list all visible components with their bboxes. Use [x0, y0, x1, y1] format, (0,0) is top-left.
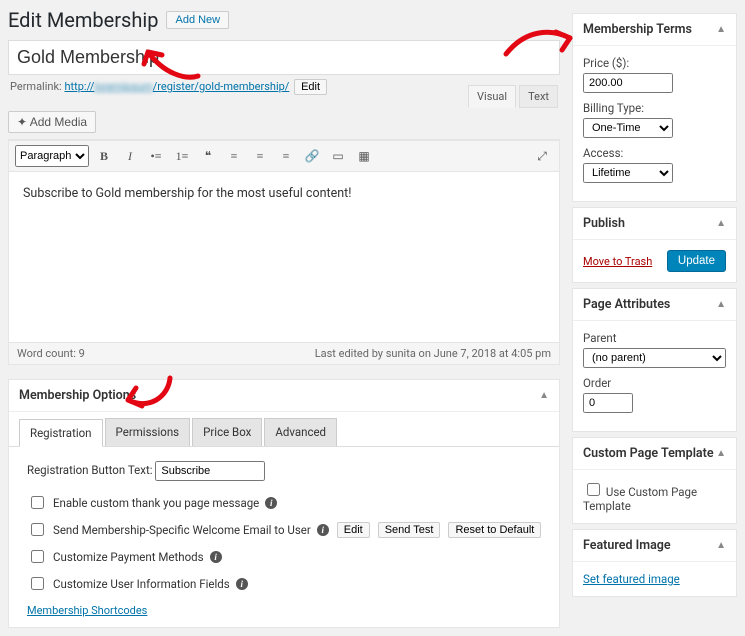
bold-icon[interactable]: B [93, 145, 115, 167]
custom-template-title: Custom Page Template [583, 446, 714, 461]
fullscreen-icon[interactable]: ⤢ [531, 145, 553, 167]
membership-terms-box: Membership Terms ▲ Price ($): Billing Ty… [572, 13, 737, 202]
update-button[interactable]: Update [667, 250, 726, 272]
row-thankyou[interactable]: Enable custom thank you page message i [27, 489, 545, 516]
row-payment[interactable]: Customize Payment Methods i [27, 543, 545, 570]
row-userinfo[interactable]: Customize User Information Fields i [27, 570, 545, 597]
row-welcome[interactable]: Send Membership-Specific Welcome Email t… [27, 516, 545, 543]
welcome-edit-button[interactable]: Edit [337, 522, 370, 538]
info-icon[interactable]: i [265, 497, 277, 509]
publish-title: Publish [583, 216, 625, 231]
welcome-sendtest-button[interactable]: Send Test [378, 522, 441, 538]
chevron-up-icon: ▲ [539, 390, 549, 401]
tab-visual[interactable]: Visual [468, 85, 516, 108]
membership-options-header[interactable]: Membership Options ▲ [9, 380, 559, 412]
more-icon[interactable]: ▭ [327, 145, 349, 167]
add-new-button[interactable]: Add New [166, 11, 229, 29]
align-left-icon[interactable]: ≡ [223, 145, 245, 167]
access-label: Access: [583, 146, 726, 160]
editor-content[interactable]: Subscribe to Gold membership for the mos… [9, 172, 559, 342]
row-custom-template[interactable]: Use Custom Page Template [583, 485, 697, 513]
page-attributes-box: Page Attributes ▲ Parent (no parent) Ord… [572, 288, 737, 432]
tab-registration[interactable]: Registration [19, 419, 103, 447]
permalink-label: Permalink: [10, 80, 62, 93]
editor-toolbar: Paragraph B I •≡ 1≡ ❝ ≡ ≡ ≡ 🔗 ▭ ▦ ⤢ [9, 140, 559, 172]
cb-thankyou[interactable] [31, 496, 44, 509]
custom-template-box: Custom Page Template ▲ Use Custom Page T… [572, 437, 737, 524]
order-input[interactable] [583, 393, 633, 413]
permalink-edit-button[interactable]: Edit [294, 79, 327, 95]
italic-icon[interactable]: I [119, 145, 141, 167]
format-select[interactable]: Paragraph [15, 145, 89, 167]
align-right-icon[interactable]: ≡ [275, 145, 297, 167]
billing-label: Billing Type: [583, 101, 726, 115]
chevron-up-icon: ▲ [716, 24, 726, 35]
toolbar-toggle-icon[interactable]: ▦ [353, 145, 375, 167]
editor-box: Paragraph B I •≡ 1≡ ❝ ≡ ≡ ≡ 🔗 ▭ ▦ ⤢ Subs… [8, 139, 560, 365]
chevron-up-icon: ▲ [716, 218, 726, 229]
publish-box: Publish ▲ Move to Trash Update [572, 207, 737, 283]
reg-button-text-label: Registration Button Text: [27, 463, 153, 477]
price-label: Price ($): [583, 56, 726, 70]
welcome-reset-button[interactable]: Reset to Default [448, 522, 541, 538]
page-attributes-title: Page Attributes [583, 297, 670, 312]
word-count: Word count: 9 [17, 347, 85, 360]
align-center-icon[interactable]: ≡ [249, 145, 271, 167]
cb-userinfo[interactable] [31, 577, 44, 590]
access-select[interactable]: Lifetime [583, 163, 673, 183]
tab-price-box[interactable]: Price Box [192, 418, 262, 446]
heading-text: Edit Membership [8, 8, 158, 32]
featured-image-box: Featured Image ▲ Set featured image [572, 529, 737, 597]
membership-shortcodes-link[interactable]: Membership Shortcodes [27, 604, 147, 617]
cb-custom-template[interactable] [587, 483, 600, 496]
order-label: Order [583, 376, 726, 390]
info-icon[interactable]: i [317, 524, 329, 536]
number-list-icon[interactable]: 1≡ [171, 145, 193, 167]
membership-terms-title: Membership Terms [583, 22, 692, 37]
page-attributes-header[interactable]: Page Attributes ▲ [573, 289, 736, 321]
parent-select[interactable]: (no parent) [583, 348, 726, 368]
tab-advanced[interactable]: Advanced [264, 418, 337, 446]
chevron-up-icon: ▲ [716, 540, 726, 551]
bullet-list-icon[interactable]: •≡ [145, 145, 167, 167]
set-featured-image-link[interactable]: Set featured image [583, 572, 680, 586]
reg-button-text-input[interactable] [155, 461, 265, 481]
move-to-trash-link[interactable]: Move to Trash [583, 255, 652, 268]
tab-permissions[interactable]: Permissions [105, 418, 191, 446]
quote-icon[interactable]: ❝ [197, 145, 219, 167]
last-edited: Last edited by sunita on June 7, 2018 at… [315, 347, 551, 360]
add-media-label: Add Media [30, 115, 87, 129]
link-icon[interactable]: 🔗 [301, 145, 323, 167]
parent-label: Parent [583, 331, 726, 345]
billing-select[interactable]: One-Time [583, 118, 673, 138]
membership-options-box: Membership Options ▲ Registration Permis… [8, 379, 560, 628]
price-input[interactable] [583, 73, 673, 93]
membership-options-title: Membership Options [19, 388, 136, 403]
chevron-up-icon: ▲ [716, 448, 726, 459]
title-input[interactable] [8, 40, 560, 75]
info-icon[interactable]: i [210, 551, 222, 563]
info-icon[interactable]: i [236, 578, 248, 590]
permalink-link[interactable]: http://loremipsum/register/gold-membersh… [64, 80, 289, 93]
featured-image-header[interactable]: Featured Image ▲ [573, 530, 736, 562]
chevron-up-icon: ▲ [716, 299, 726, 310]
cb-payment[interactable] [31, 550, 44, 563]
cb-welcome[interactable] [31, 523, 44, 536]
media-icon: ✦ [17, 115, 27, 129]
featured-image-title: Featured Image [583, 538, 671, 553]
add-media-button[interactable]: ✦ Add Media [8, 111, 96, 133]
publish-header[interactable]: Publish ▲ [573, 208, 736, 240]
custom-template-header[interactable]: Custom Page Template ▲ [573, 438, 736, 470]
page-heading: Edit Membership Add New [8, 8, 560, 32]
membership-terms-header[interactable]: Membership Terms ▲ [573, 14, 736, 46]
tab-text[interactable]: Text [519, 85, 558, 108]
